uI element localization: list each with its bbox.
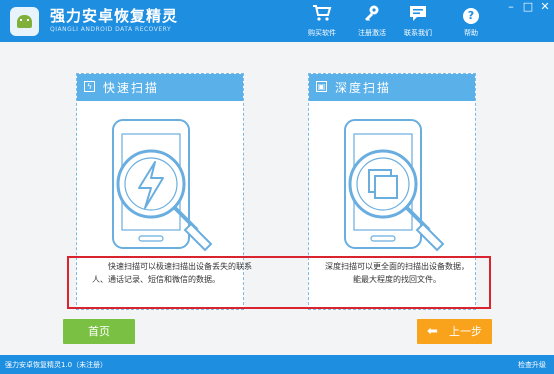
check-update-link[interactable]: 检查升级	[518, 360, 546, 370]
nav-buy-software[interactable]: 购买软件	[297, 4, 347, 38]
scan-icon: ▣	[316, 81, 327, 92]
minimize-button[interactable]: –	[504, 0, 518, 13]
home-button[interactable]: 首页	[63, 319, 135, 344]
app-logo	[10, 7, 39, 36]
nav-help[interactable]: ? 帮助	[446, 4, 496, 38]
nav-label: 帮助	[464, 29, 478, 37]
phone-lightning-magnifier-icon	[112, 119, 213, 252]
arrow-left-icon: ⬅	[427, 324, 438, 339]
close-button[interactable]: ✕	[538, 0, 552, 13]
app-title: 强力安卓恢复精灵	[50, 7, 179, 25]
deep-scan-header: ▣ 深度扫描	[309, 74, 475, 101]
nav-label: 购买软件	[308, 29, 336, 37]
help-icon: ?	[446, 4, 496, 24]
deep-scan-title: 深度扫描	[335, 81, 392, 95]
highlight-box	[67, 256, 491, 309]
quick-scan-header: ϟ 快速扫描	[77, 74, 243, 101]
previous-step-label: 上一步	[449, 325, 482, 338]
nav-label: 联系我们	[404, 29, 432, 37]
android-icon	[17, 15, 32, 28]
status-bar: 强力安卓恢复精灵1.0（未注册） 检查升级	[0, 355, 554, 374]
previous-step-button[interactable]: ⬅ 上一步	[417, 319, 492, 344]
nav-register-activate[interactable]: 注册激活	[347, 4, 397, 38]
chat-icon	[393, 4, 443, 24]
key-icon	[347, 4, 397, 24]
nav-contact-us[interactable]: 联系我们	[393, 4, 443, 38]
quick-scan-title: 快速扫描	[103, 81, 160, 95]
status-version: 强力安卓恢复精灵1.0（未注册）	[5, 361, 108, 369]
app-subtitle: QIANGLI ANDROID DATA RECOVERY	[50, 26, 172, 33]
phone-layers-magnifier-icon	[344, 119, 445, 252]
maximize-button[interactable]: □	[521, 0, 535, 13]
cart-icon	[297, 4, 347, 24]
scan-icon: ϟ	[84, 81, 95, 92]
nav-label: 注册激活	[358, 29, 386, 37]
title-bar: 强力安卓恢复精灵 QIANGLI ANDROID DATA RECOVERY 购…	[0, 0, 554, 42]
